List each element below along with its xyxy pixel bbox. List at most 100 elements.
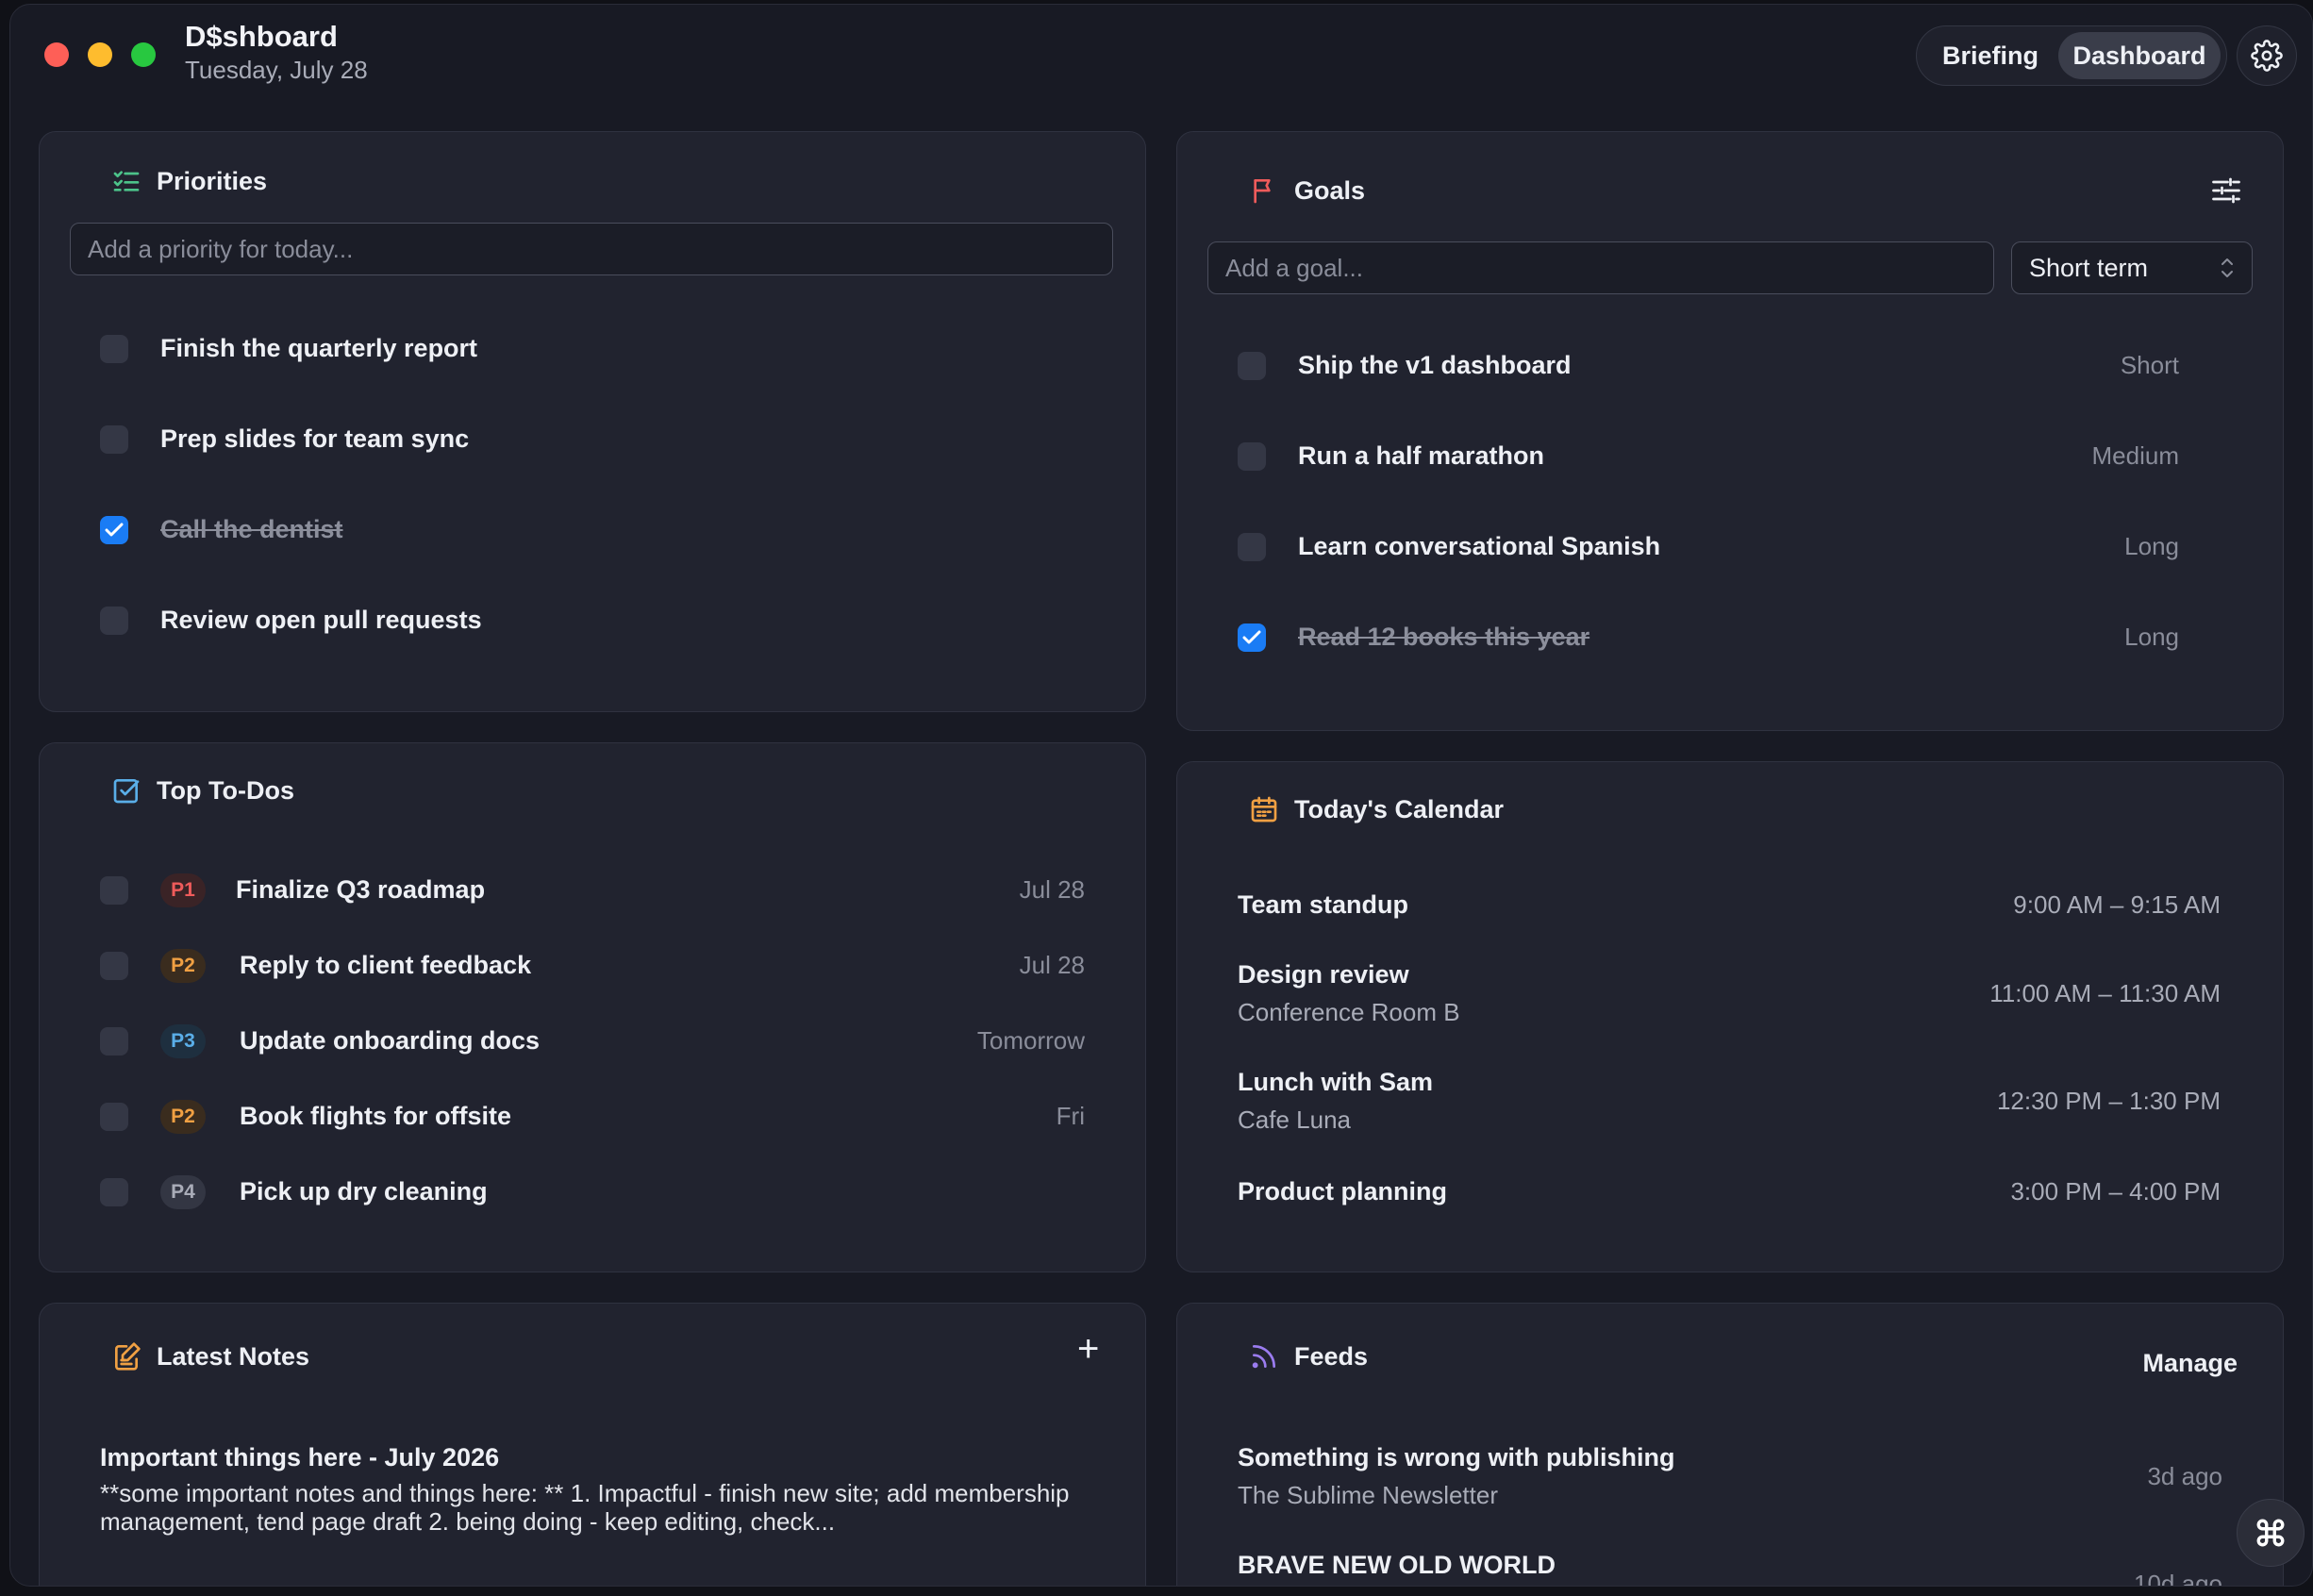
goal-checkbox[interactable]: [1238, 533, 1266, 561]
priority-badge: P2: [160, 949, 206, 983]
todo-checkbox[interactable]: [100, 876, 128, 905]
calendar-card: Today's Calendar Team standup 9:00 AM – …: [1176, 761, 2284, 1272]
goal-checkbox[interactable]: [1238, 442, 1266, 471]
event-time: 9:00 AM – 9:15 AM: [2013, 890, 2221, 919]
priority-checkbox-checked[interactable]: [100, 516, 128, 544]
todo-checkbox[interactable]: [100, 1027, 128, 1056]
event-title: Product planning: [1238, 1177, 1447, 1205]
todo-label: Finalize Q3 roadmap: [236, 875, 486, 904]
goal-label: Ship the v1 dashboard: [1298, 351, 1572, 379]
goal-term: Medium: [2091, 441, 2179, 470]
todo-checkbox[interactable]: [100, 1103, 128, 1131]
goal-label: Run a half marathon: [1298, 441, 1545, 470]
notes-title: Latest Notes: [157, 1341, 310, 1371]
priority-item: Call the dentist: [40, 502, 1145, 558]
goal-item: Learn conversational Spanish Long: [1177, 519, 2283, 575]
command-button[interactable]: [2237, 1499, 2305, 1567]
add-note-button[interactable]: +: [1077, 1328, 1099, 1371]
feed-age: 3d ago: [2147, 1462, 2222, 1490]
command-key-icon: [2256, 1519, 2285, 1547]
list-check-icon: [113, 171, 140, 191]
event-title: Lunch with Sam: [1238, 1068, 1434, 1096]
todo-item: P2 Reply to client feedback Jul 28: [40, 938, 1145, 994]
feed-age: 10d ago: [2134, 1570, 2222, 1587]
goal-item: Run a half marathon Medium: [1177, 428, 2283, 485]
event-title: Design review: [1238, 960, 1409, 989]
goal-term-select[interactable]: Short term: [2011, 241, 2253, 294]
tab-briefing[interactable]: Briefing: [1924, 32, 2056, 79]
goal-term: Long: [2124, 623, 2179, 651]
todo-checkbox[interactable]: [100, 1178, 128, 1206]
manage-feeds-button[interactable]: Manage: [2142, 1349, 2238, 1378]
priority-label: Finish the quarterly report: [160, 334, 478, 362]
goals-card: Goals Short term Ship the v1 dashboard S…: [1176, 131, 2284, 731]
goal-checkbox[interactable]: [1238, 352, 1266, 380]
feed-title: BRAVE NEW OLD WORLD: [1238, 1551, 1556, 1579]
priority-label: Prep slides for team sync: [160, 424, 470, 453]
priority-item: Prep slides for team sync: [40, 411, 1145, 468]
todo-item: P2 Book flights for offsite Fri: [40, 1089, 1145, 1145]
todo-due: Fri: [1056, 1102, 1085, 1130]
feeds-title: Feeds: [1294, 1341, 1369, 1371]
checkbox-icon: [113, 779, 140, 804]
priority-item: Finish the quarterly report: [40, 321, 1145, 377]
calendar-title: Today's Calendar: [1294, 794, 1504, 823]
feed-source: The Sublime Newsletter: [1238, 1481, 1498, 1509]
close-window-button[interactable]: [44, 42, 69, 67]
goals-header: Goals: [1249, 175, 1365, 206]
goal-input[interactable]: [1207, 241, 1994, 294]
priority-checkbox[interactable]: [100, 425, 128, 454]
event-location: Conference Room B: [1238, 998, 1460, 1026]
feeds-header: Feeds: [1249, 1341, 1368, 1372]
todos-card: Top To-Dos P1 Finalize Q3 roadmap Jul 28…: [39, 742, 1146, 1272]
goal-term: Long: [2124, 532, 2179, 560]
calendar-icon: [1251, 796, 1277, 823]
checkmark-icon: [105, 523, 124, 537]
notes-card: Latest Notes + Important things here - J…: [39, 1303, 1146, 1586]
priority-input[interactable]: [70, 223, 1113, 275]
todo-label: Book flights for offsite: [240, 1102, 511, 1130]
goal-term: Short: [2120, 351, 2179, 379]
todos-title: Top To-Dos: [157, 775, 294, 805]
goal-checkbox-checked[interactable]: [1238, 623, 1266, 652]
flag-icon: [1254, 179, 1271, 204]
priorities-header: Priorities: [111, 166, 267, 196]
settings-button[interactable]: [2237, 25, 2297, 86]
todo-due: Tomorrow: [976, 1026, 1085, 1055]
title-bar: D$shboard Tuesday, July 28 Briefing Dash…: [10, 5, 2312, 108]
gear-icon: [2251, 40, 2283, 72]
app-window: D$shboard Tuesday, July 28 Briefing Dash…: [9, 4, 2313, 1587]
todos-header: Top To-Dos: [111, 775, 294, 806]
priority-checkbox[interactable]: [100, 335, 128, 363]
minimize-window-button[interactable]: [88, 42, 112, 67]
todo-item: P3 Update onboarding docs Tomorrow: [40, 1013, 1145, 1070]
todo-checkbox[interactable]: [100, 952, 128, 980]
notes-header: Latest Notes: [111, 1341, 309, 1372]
priorities-title: Priorities: [157, 166, 268, 195]
goal-label: Read 12 books this year: [1298, 623, 1590, 651]
event-title: Team standup: [1238, 890, 1409, 919]
event-time: 3:00 PM – 4:00 PM: [2010, 1177, 2221, 1205]
priority-badge: P4: [160, 1175, 206, 1209]
zoom-window-button[interactable]: [131, 42, 156, 67]
todo-item: P1 Finalize Q3 roadmap Jul 28: [40, 862, 1145, 919]
todo-due: Jul 28: [1019, 875, 1085, 904]
priorities-card: Priorities Finish the quarterly report P…: [39, 131, 1146, 712]
feeds-card: Feeds Manage Something is wrong with pub…: [1176, 1303, 2284, 1587]
goal-item: Ship the v1 dashboard Short: [1177, 338, 2283, 394]
note-preview: **some important notes and things here: …: [100, 1479, 1070, 1536]
todo-item: P4 Pick up dry cleaning: [40, 1164, 1145, 1221]
goal-label: Learn conversational Spanish: [1298, 532, 1661, 560]
tab-dashboard[interactable]: Dashboard: [2058, 32, 2221, 79]
rss-icon: [1252, 1345, 1275, 1369]
note-title: Important things here - July 2026: [100, 1443, 500, 1471]
current-date: Tuesday, July 28: [185, 56, 368, 84]
chevron-up-down-icon: [2221, 258, 2233, 277]
todo-due: Jul 28: [1019, 951, 1085, 979]
priority-checkbox[interactable]: [100, 607, 128, 635]
filter-settings-icon[interactable]: [2209, 174, 2243, 208]
goal-item: Read 12 books this year Long: [1177, 609, 2283, 666]
todo-label: Reply to client feedback: [240, 951, 532, 979]
feed-title: Something is wrong with publishing: [1238, 1443, 1675, 1471]
goals-title: Goals: [1294, 175, 1366, 205]
